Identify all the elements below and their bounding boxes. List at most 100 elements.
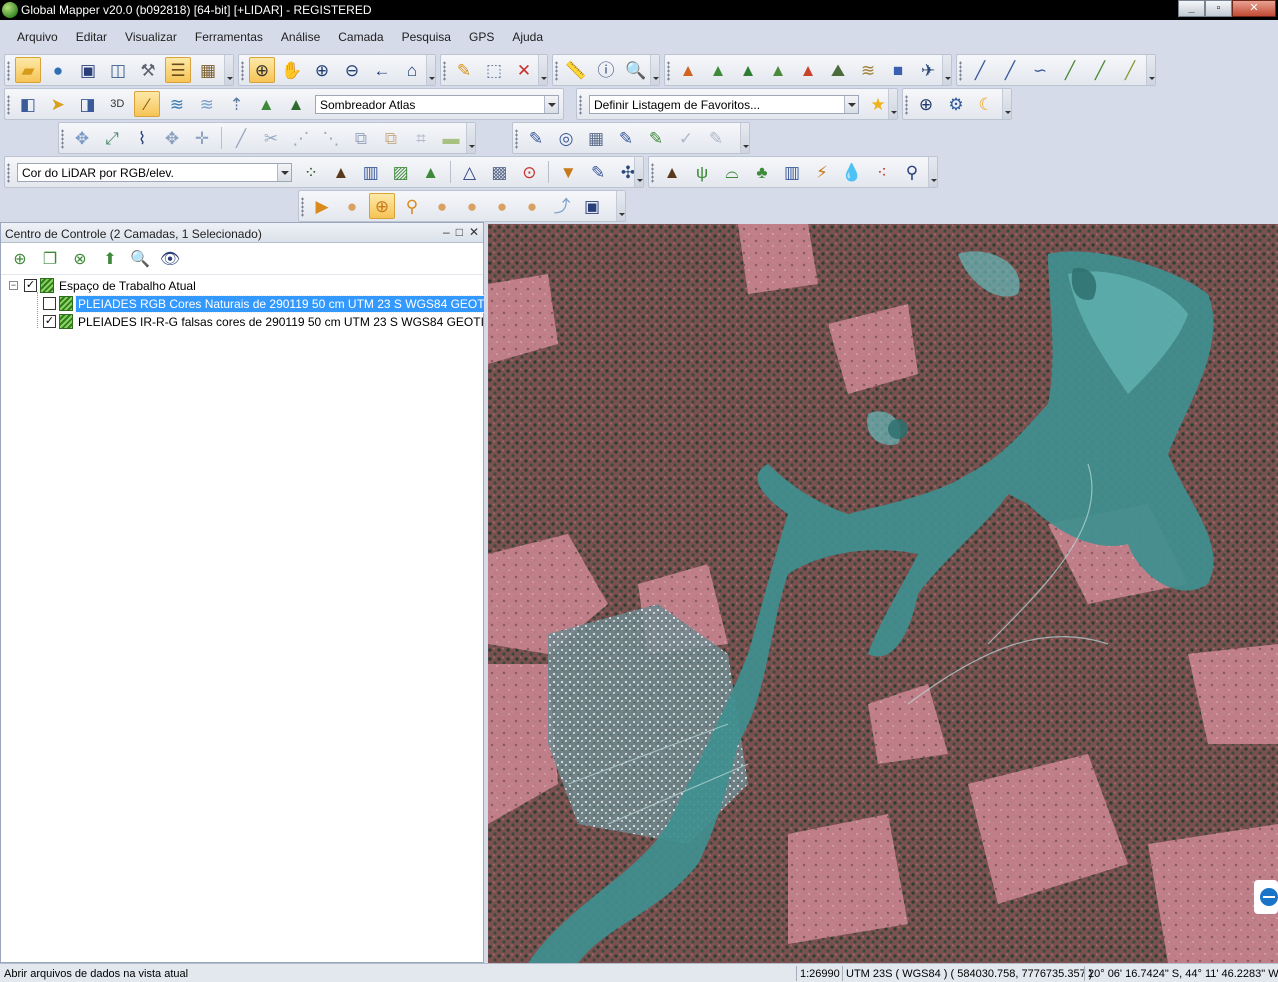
lidar-edit-icon[interactable]: ✎: [585, 159, 611, 185]
vertical-exag-icon[interactable]: ⇡: [224, 91, 250, 117]
peaks-icon[interactable]: ▲: [283, 91, 309, 117]
ruler-icon[interactable]: 📏: [563, 57, 589, 83]
line-profile-icon[interactable]: ╱: [967, 57, 993, 83]
flight-path-icon[interactable]: ✈: [915, 57, 941, 83]
menu-camada[interactable]: Camada: [329, 26, 392, 48]
back-arrow-icon[interactable]: ←: [369, 57, 395, 83]
collapse-icon[interactable]: −: [9, 281, 18, 290]
favorites-select[interactable]: Definir Listagem de Favoritos...: [589, 94, 859, 114]
gps-pin3-icon[interactable]: ●: [459, 193, 485, 219]
copy-shape-icon[interactable]: ⧉: [378, 125, 404, 151]
globe-icon[interactable]: ●: [45, 57, 71, 83]
view-shed-icon[interactable]: ▲: [735, 57, 761, 83]
resize-icon[interactable]: ⤢: [99, 125, 125, 151]
layer-options-icon[interactable]: ❐: [37, 246, 63, 272]
info-icon[interactable]: ⓘ: [593, 57, 619, 83]
menu-editar[interactable]: Editar: [67, 26, 116, 48]
feature-info-icon[interactable]: 🔍: [623, 57, 649, 83]
shader-select[interactable]: Sombreador Atlas: [314, 94, 560, 114]
panel-close-icon[interactable]: ✕: [469, 225, 479, 239]
panel-maximize-icon[interactable]: □: [456, 225, 463, 239]
vegetation-class-icon[interactable]: ψ: [689, 159, 715, 185]
gps-route-icon[interactable]: ⤴: [549, 193, 575, 219]
wrench-icon[interactable]: ⚒: [135, 57, 161, 83]
lidar-terrain-icon[interactable]: ▲: [328, 159, 354, 185]
line-terrain-icon[interactable]: ╱: [1057, 57, 1083, 83]
delete-cross-icon[interactable]: ✕: [511, 57, 537, 83]
target-icon[interactable]: ◎: [553, 125, 579, 151]
slope-icon[interactable]: ≋: [855, 57, 881, 83]
save-icon[interactable]: ▣: [75, 57, 101, 83]
show-hide-icon[interactable]: 👁: [157, 246, 183, 272]
water-tool-icon[interactable]: ≋: [194, 91, 220, 117]
key-class-icon[interactable]: ⚲: [899, 159, 925, 185]
menu-arquivo[interactable]: Arquivo: [8, 26, 67, 48]
tree-class-icon[interactable]: ♣: [749, 159, 775, 185]
gps-screen-icon[interactable]: ▣: [579, 193, 605, 219]
close-layer-icon[interactable]: ⊗: [67, 246, 93, 272]
vertex-add-icon[interactable]: ⋰: [288, 125, 314, 151]
join-icon[interactable]: ⧉: [348, 125, 374, 151]
menu-ajuda[interactable]: Ajuda: [503, 26, 552, 48]
web-globe-icon[interactable]: ⊕: [913, 91, 939, 117]
line-3d-icon[interactable]: ╱: [997, 57, 1023, 83]
zoom-tool-icon[interactable]: ⊕: [249, 57, 275, 83]
gps-track-icon[interactable]: ⊕: [369, 193, 395, 219]
tape-icon[interactable]: ▬: [438, 125, 464, 151]
control-center-icon[interactable]: ☰: [165, 57, 191, 83]
watershed-icon[interactable]: ▲: [795, 57, 821, 83]
filter-icon[interactable]: ▼: [555, 159, 581, 185]
gps-pin-icon[interactable]: ●: [339, 193, 365, 219]
powerline-class-icon[interactable]: ⚡: [809, 159, 835, 185]
point-draw-icon[interactable]: ✎: [613, 125, 639, 151]
draw-line-icon[interactable]: ✎: [523, 125, 549, 151]
menu-gps[interactable]: GPS: [460, 26, 503, 48]
grid-draw-icon[interactable]: ▦: [583, 125, 609, 151]
low-veg-class-icon[interactable]: ⌓: [719, 159, 745, 185]
close-window-button[interactable]: ✕: [1232, 0, 1276, 17]
check-edit-icon[interactable]: ✓: [673, 125, 699, 151]
line-smooth-icon[interactable]: ∽: [1027, 57, 1053, 83]
grid-terrain-icon[interactable]: ▲: [765, 57, 791, 83]
layer-row[interactable]: ✓ PLEIADES IR-R-G falsas cores de 290119…: [1, 313, 503, 331]
menu-pesquisa[interactable]: Pesquisa: [393, 26, 460, 48]
gps-pin5-icon[interactable]: ●: [519, 193, 545, 219]
gps-mark-icon[interactable]: ⚲: [399, 193, 425, 219]
light-direction-icon[interactable]: ➤: [45, 91, 71, 117]
building-class-icon[interactable]: ▥: [779, 159, 805, 185]
ground-class-icon[interactable]: ▲: [659, 159, 685, 185]
gps-play-icon[interactable]: ▶: [309, 193, 335, 219]
gps-pin4-icon[interactable]: ●: [489, 193, 515, 219]
line-split-icon[interactable]: ╱: [228, 125, 254, 151]
overview-icon[interactable]: ▦: [195, 57, 221, 83]
triangle-icon[interactable]: △: [457, 159, 483, 185]
zoom-out-icon[interactable]: ⊖: [339, 57, 365, 83]
lidar-profile-icon[interactable]: ▲: [418, 159, 444, 185]
rotate-icon[interactable]: ✛: [189, 125, 215, 151]
add-layer-icon[interactable]: ⊕: [7, 246, 33, 272]
line-cut-icon[interactable]: ╱: [1087, 57, 1113, 83]
scissors-icon[interactable]: ✂: [258, 125, 284, 151]
move-vertex-icon[interactable]: ✥: [159, 125, 185, 151]
menu-analise[interactable]: Análise: [272, 26, 329, 48]
volume-icon[interactable]: ⛰: [825, 57, 851, 83]
raster-calc-icon[interactable]: ■: [885, 57, 911, 83]
gear-icon[interactable]: ⚙: [943, 91, 969, 117]
terrain-icon[interactable]: ▲: [675, 57, 701, 83]
vertex-edit-icon[interactable]: ⌇: [129, 125, 155, 151]
lidar-building-icon[interactable]: ▥: [358, 159, 384, 185]
zoom-in-icon[interactable]: ⊕: [309, 57, 335, 83]
maximize-button[interactable]: ▫: [1205, 0, 1232, 17]
home-icon[interactable]: ⌂: [399, 57, 425, 83]
view-3d-icon[interactable]: 3D: [104, 91, 130, 117]
lidar-tree-icon[interactable]: ▨: [388, 159, 414, 185]
folder-icon[interactable]: ▰: [15, 57, 41, 83]
move-icon[interactable]: ✥: [69, 125, 95, 151]
zoom-to-layer-icon[interactable]: 🔍: [127, 246, 153, 272]
lidar-color-select[interactable]: Cor do LiDAR por RGB/elev.: [17, 162, 293, 182]
sun-terrain-icon[interactable]: ▲: [253, 91, 279, 117]
pencil-icon[interactable]: ✎: [451, 57, 477, 83]
layout-icon[interactable]: ◧: [15, 91, 41, 117]
workspace-row[interactable]: − ✓ Espaço de Trabalho Atual: [1, 277, 483, 295]
screen-icon[interactable]: ◫: [105, 57, 131, 83]
